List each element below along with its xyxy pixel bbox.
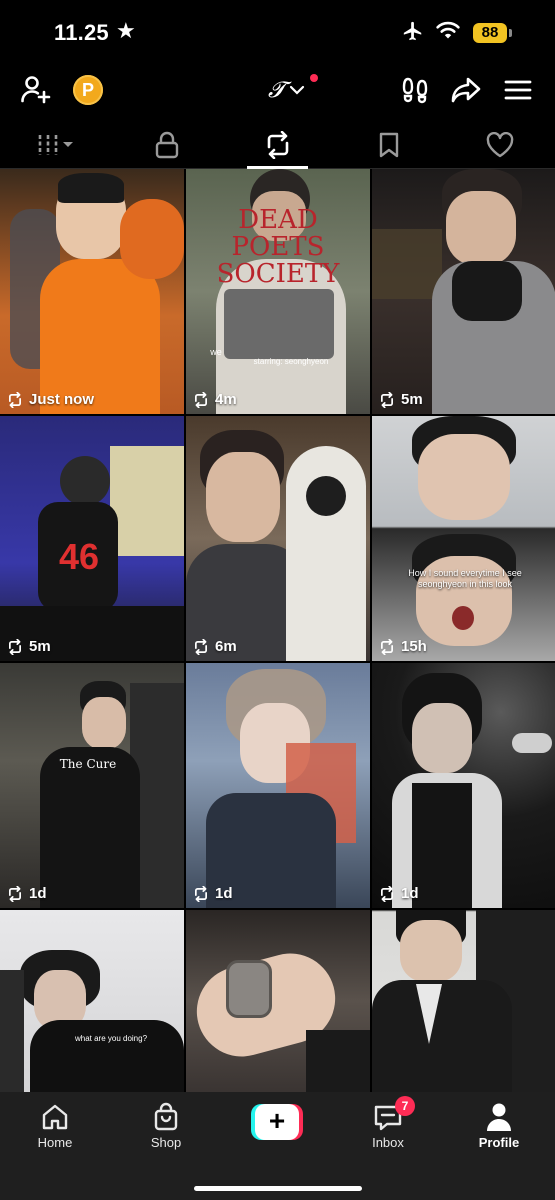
video-thumbnail[interactable]: The Cure 1d	[0, 663, 184, 908]
repost-meta: 6m	[192, 638, 237, 655]
status-bar: 11.25 ★ 88	[0, 0, 555, 64]
video-thumbnail[interactable]	[372, 910, 555, 1092]
repost-icon	[195, 885, 207, 902]
nav-profile-label: Profile	[478, 1135, 520, 1150]
repost-meta: 1d	[192, 885, 233, 902]
repost-icon	[9, 885, 21, 902]
tab-videos-grid[interactable]	[0, 122, 111, 168]
account-switcher[interactable]: 𝓣	[268, 74, 318, 104]
star-icon: ★	[116, 18, 136, 43]
add-friend-button[interactable]	[20, 74, 52, 106]
video-thumbnail[interactable]: Just now	[0, 169, 184, 414]
video-thumbnail[interactable]: what are you doing?	[0, 910, 184, 1092]
nav-shop[interactable]: Shop	[121, 1102, 211, 1154]
video-caption: what are you doing?	[74, 1034, 148, 1043]
repost-icon	[195, 391, 207, 408]
notification-dot	[310, 74, 318, 82]
repost-meta: Just now	[6, 391, 94, 408]
footprints-button[interactable]	[399, 74, 431, 106]
repost-icon	[381, 885, 393, 902]
share-icon	[451, 77, 481, 103]
create-button[interactable]: +	[251, 1104, 303, 1140]
heart-icon	[486, 132, 513, 158]
hamburger-menu-icon	[504, 80, 532, 100]
repost-icon	[267, 131, 288, 159]
repost-time: 1d	[29, 885, 47, 902]
nav-inbox-label: Inbox	[372, 1135, 404, 1150]
nav-home[interactable]: Home	[10, 1102, 100, 1154]
battery-indicator: 88	[473, 23, 512, 43]
nav-shop-label: Shop	[150, 1135, 182, 1150]
repost-time: 1d	[401, 885, 419, 902]
account-name: 𝓣	[268, 77, 285, 103]
grid-columns-icon	[38, 135, 73, 155]
tab-private[interactable]	[111, 122, 222, 168]
nav-profile[interactable]: Profile	[454, 1102, 544, 1154]
footprints-icon	[402, 77, 428, 104]
repost-meta: 5m	[378, 391, 423, 408]
share-profile-button[interactable]	[450, 74, 482, 106]
repost-icon	[381, 638, 393, 655]
repost-time: 15h	[401, 638, 427, 655]
video-thumbnail[interactable]: 5m	[372, 169, 555, 414]
chevron-down-icon	[289, 85, 304, 95]
video-thumbnail[interactable]	[186, 910, 370, 1092]
repost-meta: 15h	[378, 638, 427, 655]
video-thumbnail[interactable]: 6m	[186, 416, 370, 661]
nav-home-label: Home	[37, 1135, 73, 1150]
tab-reposts[interactable]	[222, 122, 333, 169]
video-thumbnail[interactable]: 46 5m	[0, 416, 184, 661]
repost-icon	[9, 638, 21, 655]
repost-time: 1d	[215, 885, 233, 902]
shopping-bag-icon	[154, 1102, 178, 1131]
shirt-print: The Cure	[59, 757, 117, 771]
repost-meta: 5m	[6, 638, 51, 655]
video-caption-small: we	[210, 347, 222, 357]
jersey-number: 46	[58, 536, 100, 577]
repost-time: 5m	[401, 391, 423, 408]
video-thumbnail[interactable]: 1d	[372, 663, 555, 908]
profile-icon	[487, 1103, 511, 1131]
profile-header: P 𝓣	[0, 64, 555, 120]
add-user-icon	[21, 76, 51, 104]
repost-time: 6m	[215, 638, 237, 655]
video-thumbnail[interactable]: How I sound everytime I see seonghyeon i…	[372, 416, 555, 661]
bookmark-icon	[379, 132, 398, 158]
home-indicator	[194, 1186, 362, 1191]
reposts-grid: Just now DEAD POETS SOCIETY starring: se…	[0, 169, 555, 1092]
repost-meta: 1d	[378, 885, 419, 902]
repost-meta: 4m	[192, 391, 237, 408]
coins-button[interactable]: P	[73, 75, 103, 105]
plus-icon: +	[255, 1104, 299, 1140]
inbox-badge: 7	[395, 1096, 415, 1116]
repost-time: Just now	[29, 391, 95, 408]
video-thumbnail[interactable]: DEAD POETS SOCIETY starring: seonghyeon …	[186, 169, 370, 414]
lock-icon	[155, 131, 178, 159]
airplane-icon	[400, 20, 426, 47]
repost-icon	[195, 638, 207, 655]
repost-time: 4m	[215, 391, 237, 408]
video-caption-sub: starring: seonghyeon	[253, 357, 329, 366]
repost-icon	[9, 391, 21, 408]
home-icon	[42, 1104, 68, 1130]
repost-icon	[381, 391, 393, 408]
tab-favorites[interactable]	[333, 122, 444, 168]
status-time: 11.25	[54, 20, 109, 45]
video-thumbnail[interactable]: 1d	[186, 663, 370, 908]
video-caption: How I sound everytime I see seonghyeon i…	[408, 568, 522, 589]
tab-liked[interactable]	[444, 122, 555, 168]
nav-inbox[interactable]: Inbox	[343, 1102, 433, 1154]
repost-meta: 1d	[6, 885, 47, 902]
battery-level: 88	[473, 23, 507, 43]
menu-button[interactable]	[503, 76, 533, 104]
video-caption-title: DEAD POETS SOCIETY	[216, 205, 340, 289]
repost-time: 5m	[29, 638, 51, 655]
wifi-icon	[435, 20, 461, 45]
content-tabs	[0, 122, 555, 169]
